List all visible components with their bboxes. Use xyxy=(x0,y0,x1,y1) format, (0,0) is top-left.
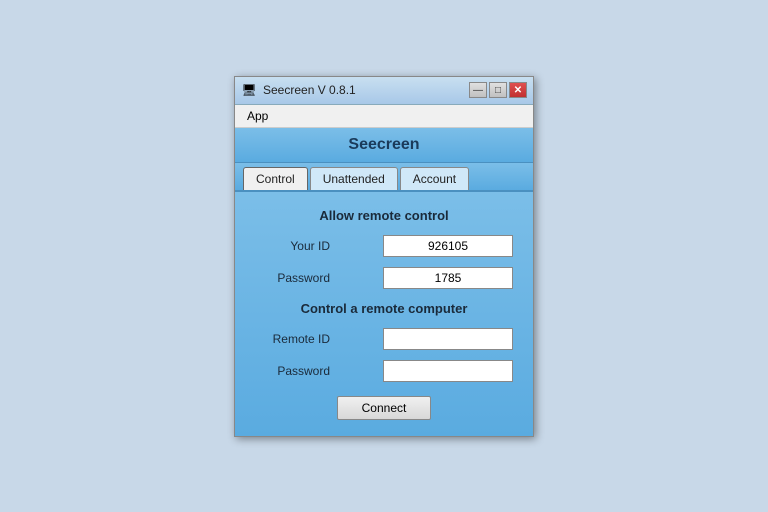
control-password-input[interactable] xyxy=(383,360,513,382)
content-area: Allow remote control Your ID Password Co… xyxy=(235,192,533,436)
control-remote-title: Control a remote computer xyxy=(255,301,513,316)
connect-button[interactable]: Connect xyxy=(337,396,432,420)
tab-unattended[interactable]: Unattended xyxy=(310,167,398,190)
your-id-label: Your ID xyxy=(255,239,330,253)
title-buttons: — □ ✕ xyxy=(469,82,527,98)
control-password-label: Password xyxy=(255,364,330,378)
allow-password-label: Password xyxy=(255,271,330,285)
allow-remote-title: Allow remote control xyxy=(255,208,513,223)
allow-password-input[interactable] xyxy=(383,267,513,289)
your-id-input[interactable] xyxy=(383,235,513,257)
close-button[interactable]: ✕ xyxy=(509,82,527,98)
title-bar-left: 🖥 Seecreen V 0.8.1 xyxy=(241,82,356,98)
tab-control[interactable]: Control xyxy=(243,167,308,190)
remote-id-input[interactable] xyxy=(383,328,513,350)
your-id-row: Your ID xyxy=(255,235,513,257)
app-icon: 🖥 xyxy=(241,82,257,98)
title-bar: 🖥 Seecreen V 0.8.1 — □ ✕ xyxy=(235,77,533,105)
app-header: Seecreen xyxy=(235,128,533,163)
main-window: 🖥 Seecreen V 0.8.1 — □ ✕ App Seecreen Co… xyxy=(234,76,534,437)
menu-item-app[interactable]: App xyxy=(241,107,274,125)
menu-bar: App xyxy=(235,105,533,128)
minimize-button[interactable]: — xyxy=(469,82,487,98)
tab-account[interactable]: Account xyxy=(400,167,469,190)
remote-id-row: Remote ID xyxy=(255,328,513,350)
window-title: Seecreen V 0.8.1 xyxy=(263,83,356,97)
control-password-row: Password xyxy=(255,360,513,382)
remote-id-label: Remote ID xyxy=(255,332,330,346)
allow-password-row: Password xyxy=(255,267,513,289)
app-title: Seecreen xyxy=(348,136,419,153)
maximize-button[interactable]: □ xyxy=(489,82,507,98)
connect-row: Connect xyxy=(255,396,513,420)
tab-bar: Control Unattended Account xyxy=(235,163,533,192)
